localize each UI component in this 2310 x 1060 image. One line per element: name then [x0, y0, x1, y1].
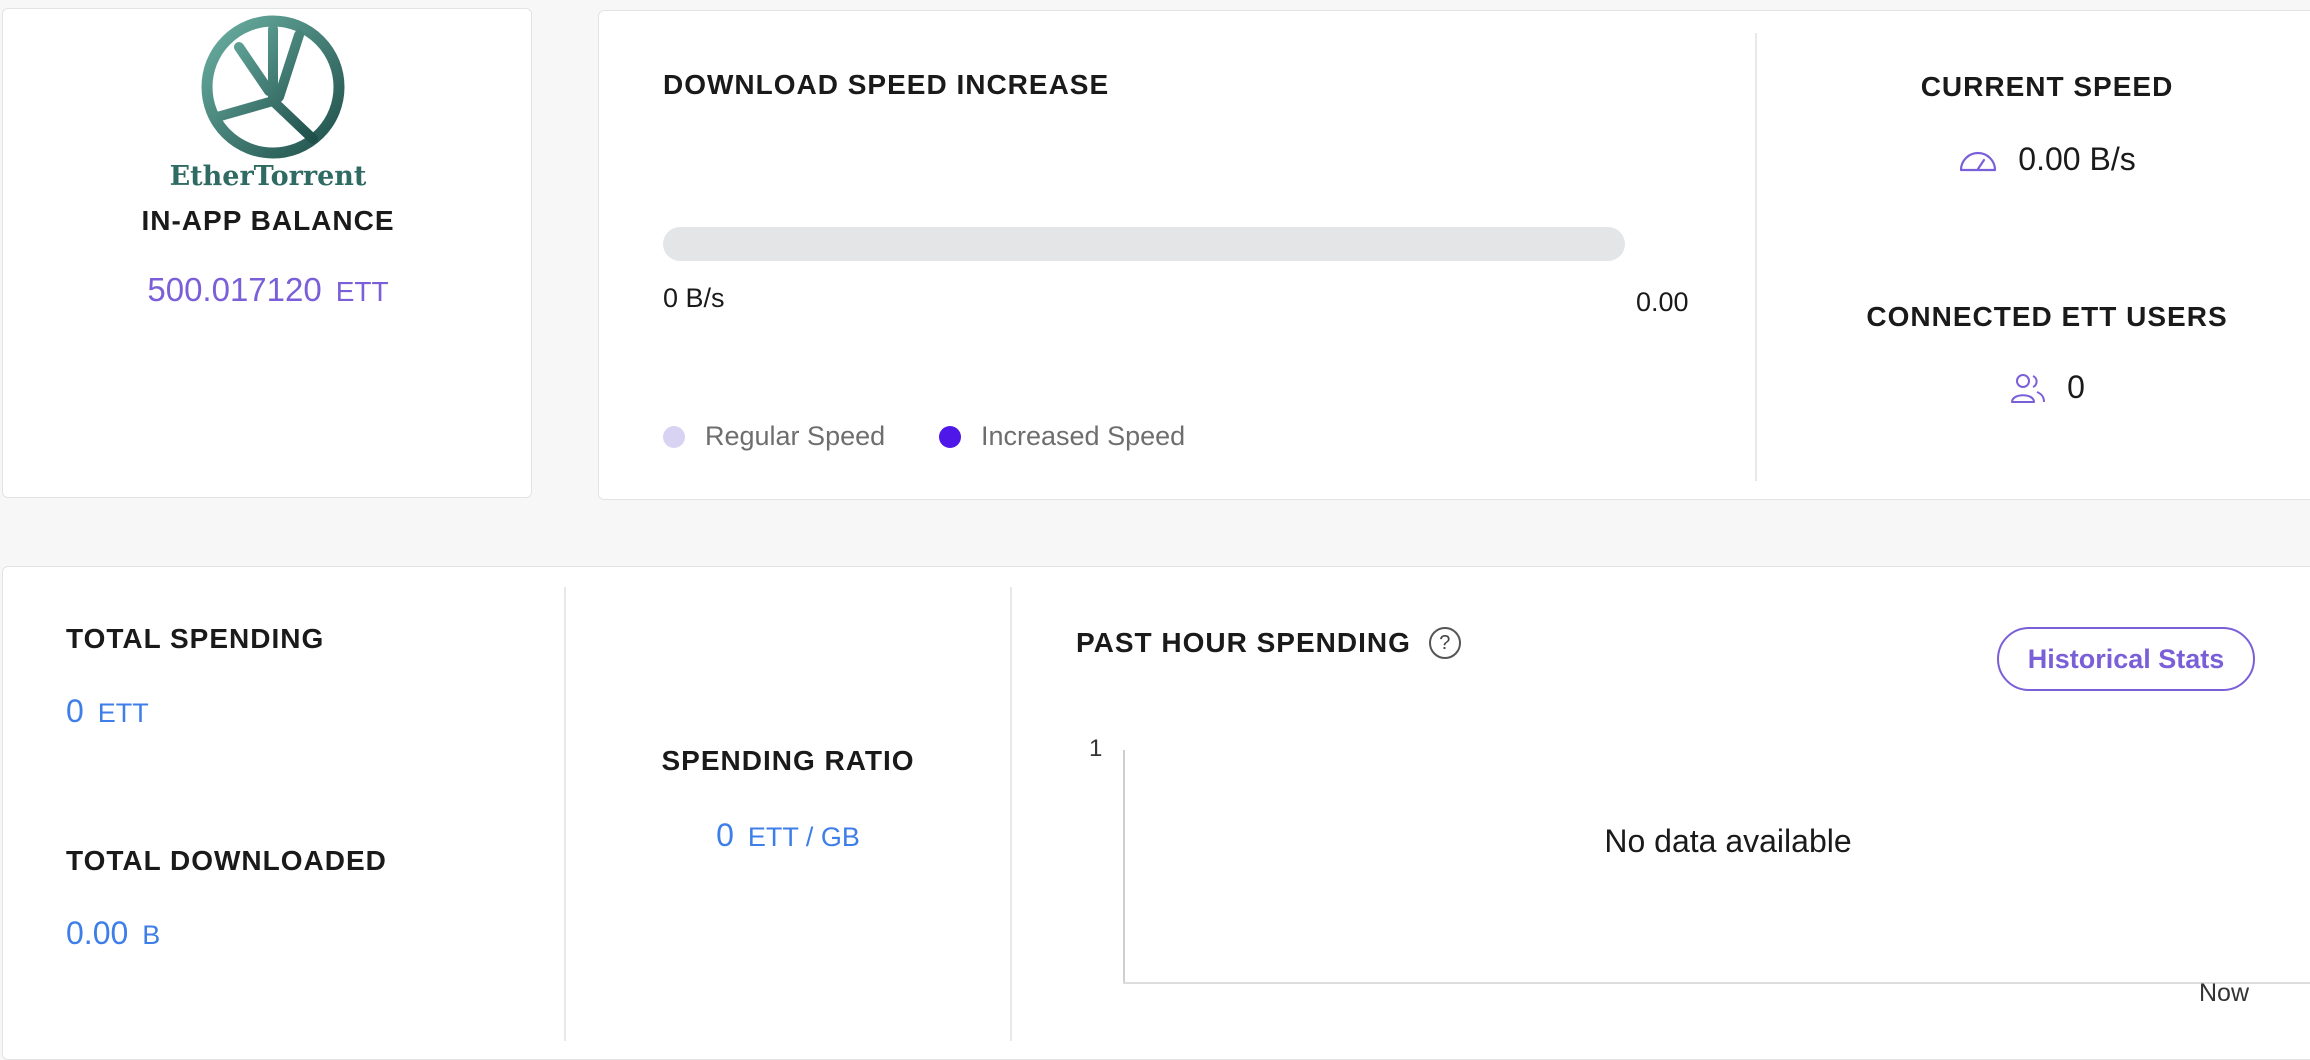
speed-min-label: 0 B/s: [663, 283, 725, 313]
historical-stats-button[interactable]: Historical Stats: [1997, 627, 2255, 691]
users-icon: [2011, 373, 2046, 403]
total-downloaded-amount: 0.00: [66, 915, 129, 951]
chart-y-tick-label: 1: [1089, 735, 1103, 762]
help-icon[interactable]: ?: [1428, 627, 1461, 659]
legend-increased-speed: Increased Speed: [939, 421, 1185, 452]
legend-label-regular: Regular Speed: [705, 421, 886, 451]
past-hour-spending-title: PAST HOUR SPENDING: [1076, 627, 1411, 658]
total-spending-heading: TOTAL SPENDING: [66, 623, 325, 654]
no-data-message: No data available: [1604, 823, 1852, 859]
speed-card: DOWNLOAD SPEED INCREASE 0 B/s 0.00 Regul…: [598, 10, 2310, 500]
speed-max-label: 0.00: [1636, 287, 1689, 317]
connected-users-value-row: 0: [1757, 369, 2310, 406]
balance-unit: ETT: [335, 276, 389, 307]
total-downloaded-value: 0.00 B: [66, 915, 160, 952]
current-speed-value: 0.00 B/s: [2018, 141, 2136, 177]
spending-ratio-heading: SPENDING RATIO: [661, 745, 915, 776]
total-downloaded-unit: B: [142, 920, 161, 950]
past-hour-spending-heading: PAST HOUR SPENDING ?: [1076, 627, 1461, 659]
total-spending-value: 0 ETT: [66, 693, 149, 730]
total-spending-amount: 0: [66, 693, 84, 729]
balance-value: 500.017120 ETT: [3, 271, 533, 309]
chart-x-axis: [1123, 982, 2310, 984]
legend-regular-speed: Regular Speed: [663, 421, 885, 452]
current-speed-heading: CURRENT SPEED: [1920, 71, 2174, 102]
total-downloaded-heading: TOTAL DOWNLOADED: [66, 845, 387, 876]
connected-users-heading: CONNECTED ETT USERS: [1866, 301, 2228, 332]
speedometer-icon: [1960, 151, 1997, 171]
spending-ratio-value: 0 ETT / GB: [566, 817, 1010, 854]
column-divider: [564, 587, 566, 1041]
chart-x-tick-label: Now: [2199, 979, 2250, 1007]
download-speed-heading: DOWNLOAD SPEED INCREASE: [663, 69, 1110, 100]
legend-dot-regular: [663, 425, 685, 448]
total-spending-unit: ETT: [97, 698, 149, 728]
spending-ratio-unit: ETT / GB: [747, 822, 860, 852]
spending-ratio-amount: 0: [716, 817, 734, 853]
balance-heading: IN-APP BALANCE: [141, 205, 395, 236]
column-divider: [1010, 587, 1012, 1041]
logo-wordmark: EtherTorrent: [169, 161, 367, 192]
balance-card: EtherTorrent IN-APP BALANCE 500.017120 ET…: [2, 8, 532, 498]
chart-y-axis: [1123, 750, 1125, 984]
speed-progress-bar: [663, 227, 1625, 261]
legend-dot-increased: [939, 425, 961, 448]
connected-users-value: 0: [2067, 369, 2085, 405]
balance-amount: 500.017120: [147, 271, 322, 308]
spending-card: TOTAL SPENDING 0 ETT TOTAL DOWNLOADED 0.0…: [2, 566, 2310, 1060]
legend-label-increased: Increased Speed: [981, 421, 1186, 451]
current-speed-value-row: 0.00 B/s: [1757, 141, 2310, 178]
ethertorrent-logo: [201, 15, 345, 159]
